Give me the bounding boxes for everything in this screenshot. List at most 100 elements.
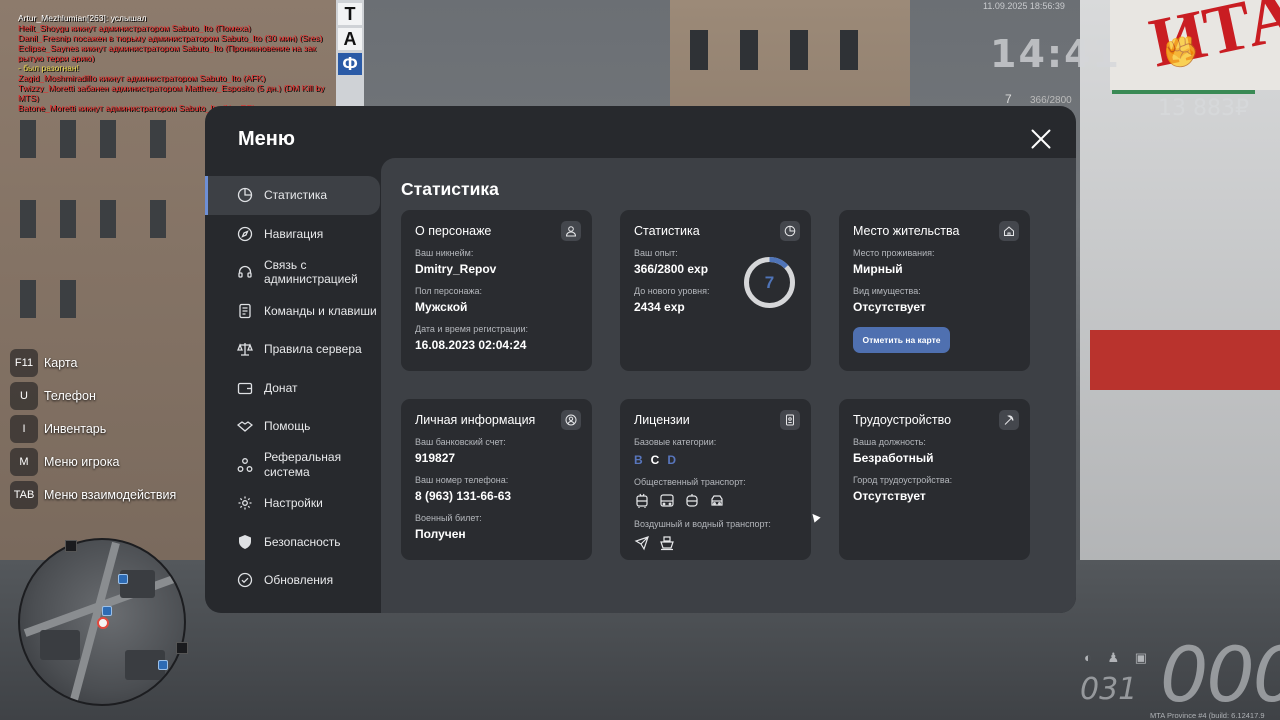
sidebar-item-rules[interactable]: Правила сервера <box>205 330 380 369</box>
property-value: Отсутствует <box>853 300 926 314</box>
hotkey-label: Меню взаимодействия <box>44 487 177 502</box>
user-icon <box>561 221 581 241</box>
hud-fuel: 031 <box>1080 672 1138 707</box>
base-categories-label: Базовые категории: <box>634 437 717 447</box>
sidebar-item-label: Связь с администрацией <box>264 257 358 287</box>
hotkey-phone[interactable]: U Телефон <box>10 379 176 412</box>
card-character: О персонаже Ваш никнейм: Dmitry_Repov По… <box>401 210 592 371</box>
hotkey-list: F11 Карта U Телефон I Инвентарь M Меню и… <box>10 346 176 511</box>
build-info: MTA Province #4 (build: 6.12417.9 <box>1150 711 1265 720</box>
air-water-transport-label: Воздушный и водный транспорт: <box>634 519 771 529</box>
card-title: Трудоустройство <box>853 413 952 427</box>
hotkey-label: Инвентарь <box>44 421 107 436</box>
menu-title: Меню <box>238 128 295 150</box>
vehicle-status-icons: ◐ ♟ ▣ <box>1084 650 1154 665</box>
close-button[interactable] <box>1030 128 1052 150</box>
sidebar-item-label: Донат <box>264 380 298 395</box>
gear-icon <box>237 495 253 511</box>
sidebar-item-donate[interactable]: Донат <box>205 369 380 408</box>
mark-on-map-button[interactable]: Отметить на карте <box>853 327 950 353</box>
position-value: Безработный <box>853 451 934 465</box>
chat-line: - был разогнан! <box>18 63 79 73</box>
shield-icon <box>237 534 253 550</box>
sidebar-item-updates[interactable]: Обновления <box>205 561 380 600</box>
chat-line: рытую терри арию) <box>18 53 95 63</box>
air-water-transport-icons <box>634 535 797 551</box>
pie-chart-icon <box>780 221 800 241</box>
hotkey-interaction-menu[interactable]: TAB Меню взаимодействия <box>10 478 176 511</box>
map-marker-icon <box>118 574 128 584</box>
hotkey-inventory[interactable]: I Инвентарь <box>10 412 176 445</box>
map-marker-icon <box>158 660 168 670</box>
wallet-icon <box>237 380 253 396</box>
military-id-label: Военный билет: <box>415 513 482 523</box>
chat-line: Zagid_Moshmiradillo кикнут администратор… <box>18 73 266 83</box>
fist-icon: ✊ <box>1162 36 1200 69</box>
scales-icon <box>237 341 253 357</box>
hud-clock: 14:41 <box>990 32 1121 76</box>
pole-sign: ТАФ <box>336 0 364 110</box>
card-residence: Место жительства Место проживания: Мирны… <box>839 210 1030 371</box>
license-category-b: B <box>634 453 643 467</box>
hud-datetime: 11.09.2025 18:56:39 <box>983 1 1065 11</box>
minimap[interactable] <box>18 538 186 706</box>
sidebar-item-security[interactable]: Безопасность <box>205 523 380 562</box>
menu-sidebar: Статистика Навигация Связь с администрац… <box>205 176 380 600</box>
map-marker-icon <box>102 606 112 616</box>
sidebar-item-label: Статистика <box>264 188 328 202</box>
ship-icon <box>659 535 675 551</box>
hotkey-key: TAB <box>10 480 38 509</box>
bank-account-label: Ваш банковский счет: <box>415 437 506 447</box>
hotkey-key: M <box>10 447 38 476</box>
pie-chart-icon <box>237 187 253 203</box>
sidebar-item-label: Помощь <box>264 419 311 433</box>
pickaxe-icon <box>999 410 1019 430</box>
minimap-corner <box>176 642 188 654</box>
sidebar-item-referral[interactable]: Реферальная система <box>205 446 380 485</box>
user-circle-icon <box>561 410 581 430</box>
card-title: Лицензии <box>634 413 690 427</box>
hotkey-label: Телефон <box>44 388 96 403</box>
sidebar-item-label: Настройки <box>264 496 323 510</box>
airplane-icon <box>634 535 650 551</box>
sidebar-item-commands[interactable]: Команды и клавиши <box>205 292 380 331</box>
nickname-value: Dmitry_Repov <box>415 262 497 276</box>
phone-value: 8 (963) 131-66-63 <box>415 489 512 503</box>
sidebar-item-help[interactable]: Помощь <box>205 407 380 446</box>
hud-speedometer: 000 <box>1160 630 1280 719</box>
residence-place-label: Место проживания: <box>853 248 935 258</box>
public-transport-label: Общественный транспорт: <box>634 477 746 487</box>
gender-label: Пол персонажа: <box>415 286 483 296</box>
hotkey-key: U <box>10 381 38 410</box>
registration-label: Дата и время регистрации: <box>415 324 528 334</box>
public-transport-icons <box>634 493 797 509</box>
store-awning <box>1090 330 1280 390</box>
document-icon <box>237 303 253 319</box>
card-title: Место жительства <box>853 224 960 238</box>
player-marker <box>97 617 109 629</box>
chat-line: Danil_Fresnip посажен в тюрьму администр… <box>18 33 323 43</box>
sidebar-item-label: Команды и клавиши <box>264 303 377 318</box>
license-category-c: C <box>650 453 660 467</box>
card-title: Личная информация <box>415 413 536 427</box>
position-label: Ваша должность: <box>853 437 926 447</box>
handshake-icon <box>237 418 253 434</box>
sidebar-item-label: Реферальная система <box>264 450 342 479</box>
sidebar-item-settings[interactable]: Настройки <box>205 484 380 523</box>
hotkey-key: F11 <box>10 348 38 377</box>
sidebar-item-statistics[interactable]: Статистика <box>205 176 380 215</box>
hotkey-map[interactable]: F11 Карта <box>10 346 176 379</box>
content-area: Статистика О персонаже Ваш никнейм: Dmit… <box>381 158 1076 613</box>
hotkey-label: Карта <box>44 355 78 370</box>
id-card-icon <box>780 410 800 430</box>
sidebar-item-navigation[interactable]: Навигация <box>205 215 380 254</box>
sidebar-item-contact-admin[interactable]: Связь с администрацией <box>205 253 380 292</box>
minibus-icon <box>709 493 725 509</box>
hotkey-player-menu[interactable]: M Меню игрока <box>10 445 176 478</box>
chat-line: MTS) <box>18 93 39 103</box>
sidebar-item-label: Навигация <box>264 226 324 241</box>
card-personal-info: Личная информация Ваш банковский счет: 9… <box>401 399 592 560</box>
level-number: 7 <box>764 273 775 292</box>
update-icon <box>237 572 253 588</box>
hud-level: 7 <box>1005 92 1012 106</box>
